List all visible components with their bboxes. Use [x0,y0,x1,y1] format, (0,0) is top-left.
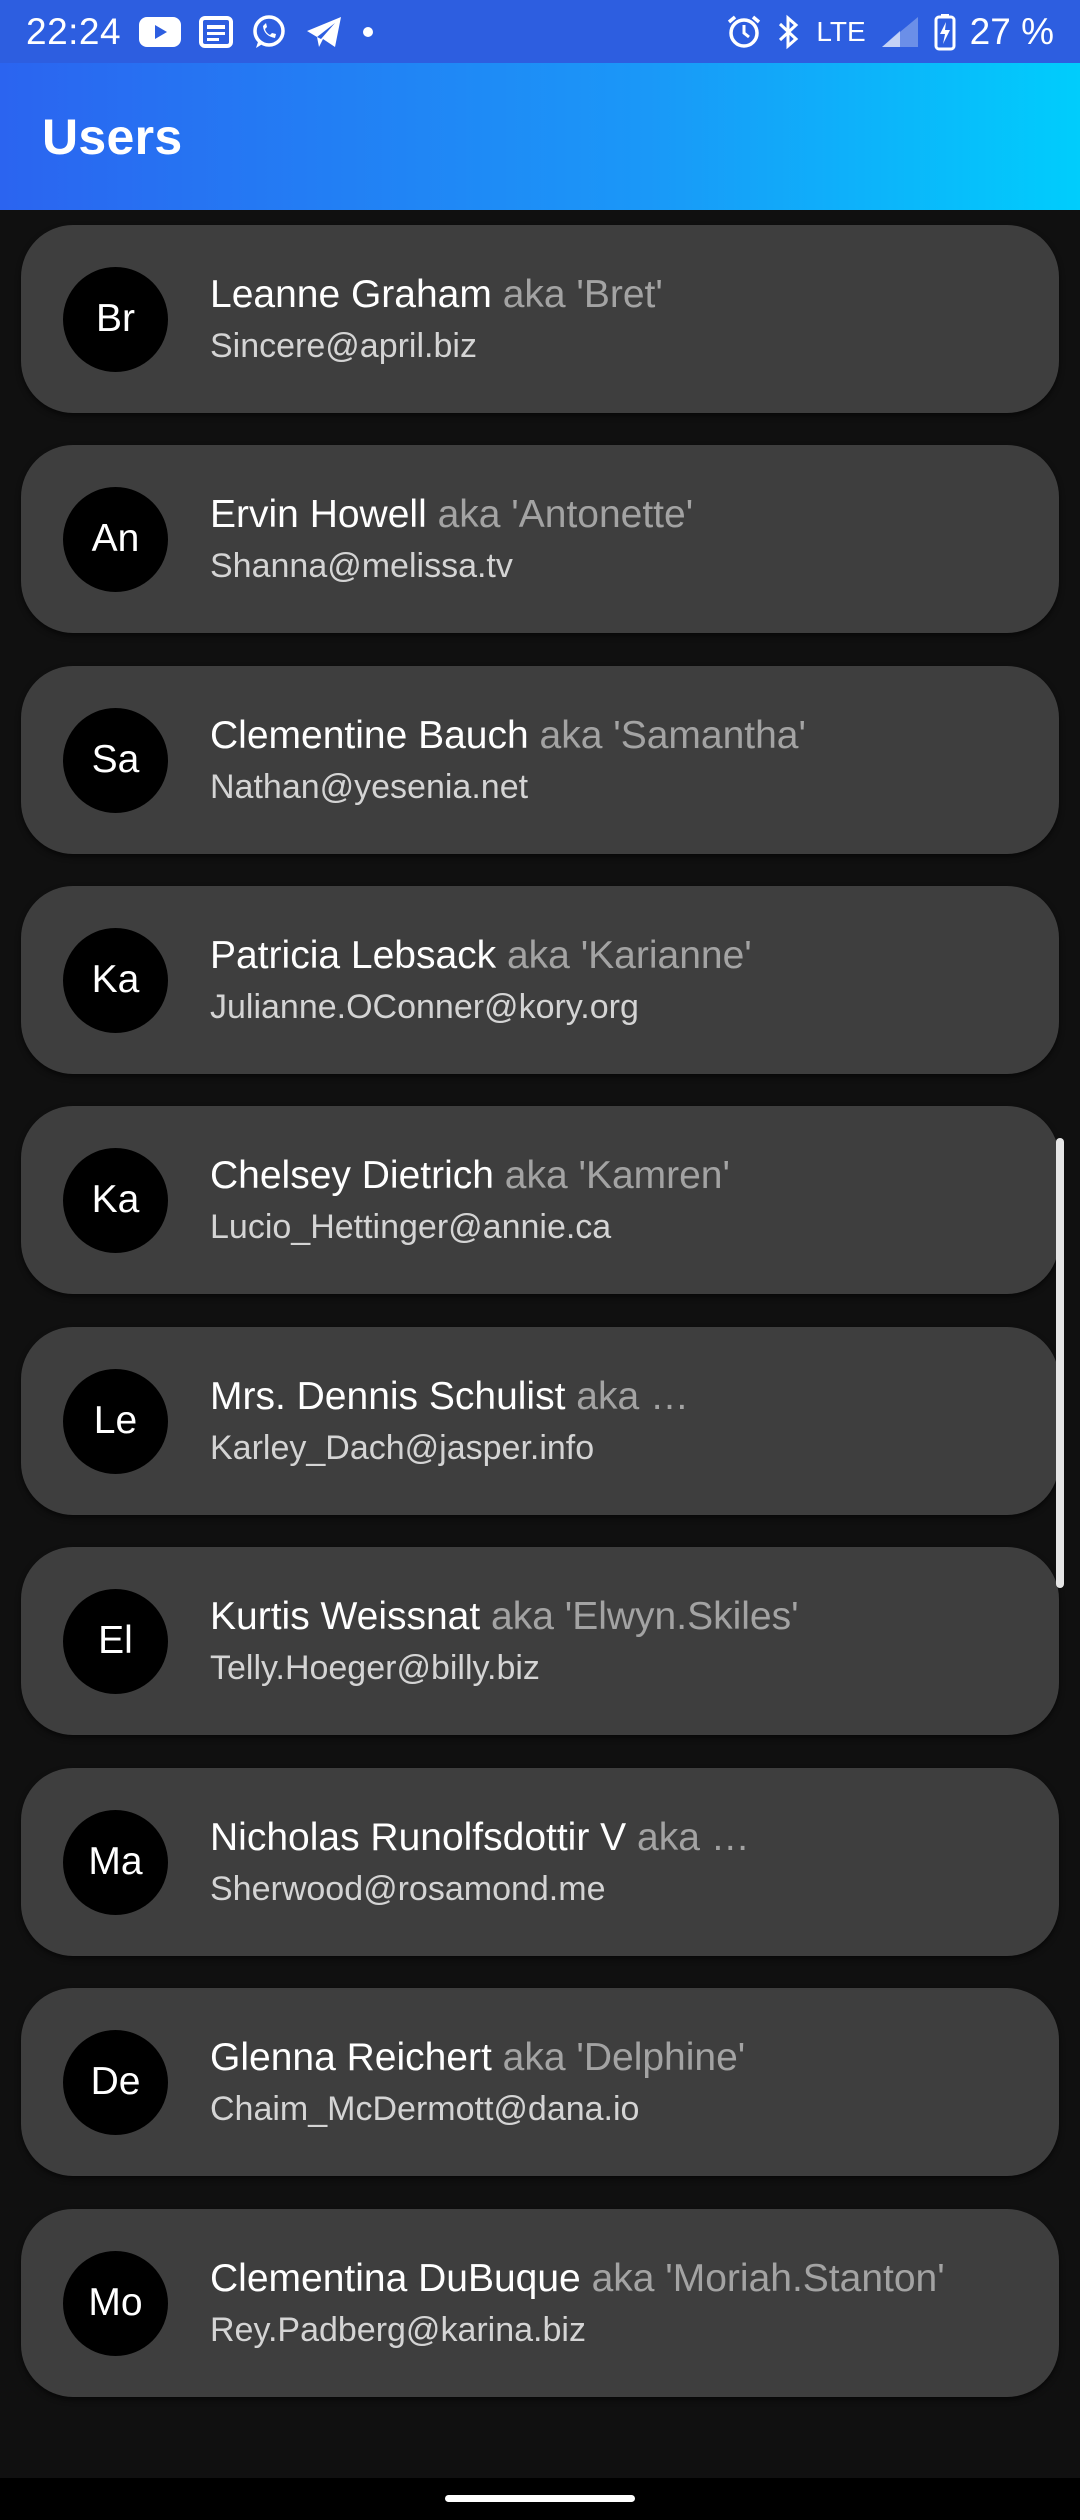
avatar: Ma [63,1809,168,1915]
user-email: Shanna@melissa.tv [210,547,513,585]
network-type: LTE [816,15,866,47]
user-card[interactable]: De Glenna Reichert aka 'Delphine' Chaim_… [21,1988,1059,2176]
user-card[interactable]: Mo Clementina DuBuque aka 'Moriah.Stanto… [21,2209,1059,2397]
user-info: Glenna Reichert aka 'Delphine' Chaim_McD… [210,2033,1059,2131]
avatar: Sa [63,707,168,813]
user-info: Clementina DuBuque aka 'Moriah.Stanton' … [210,2254,1059,2352]
user-info: Mrs. Dennis Schulist aka … Karley_Dach@j… [210,1372,1059,1470]
user-name: Clementina DuBuque [210,2257,581,2300]
user-email: Telly.Hoeger@billy.biz [210,1649,540,1687]
user-alias: aka 'Elwyn.Skiles' [491,1595,799,1638]
status-time: 22:24 [26,10,122,52]
user-alias: aka … [576,1375,689,1418]
alarm-icon [726,14,762,50]
user-alias: aka 'Delphine' [502,2036,746,2079]
user-card[interactable]: An Ervin Howell aka 'Antonette' Shanna@m… [21,445,1059,633]
user-card[interactable]: Le Mrs. Dennis Schulist aka … Karley_Dac… [21,1327,1059,1515]
user-email: Chaim_McDermott@dana.io [210,2090,640,2128]
avatar: De [63,2029,168,2135]
app-bar: Users [0,63,1080,210]
user-alias: aka 'Kamren' [504,1154,730,1197]
signal-icon [880,15,920,49]
user-name: Ervin Howell [210,493,427,536]
telegram-icon [305,15,343,49]
user-info: Leanne Graham aka 'Bret' Sincere@april.b… [210,270,1059,368]
bluetooth-icon [776,14,802,50]
scrollbar[interactable] [1056,1138,1064,1588]
battery-charging-icon [934,13,956,51]
avatar: Br [63,266,168,372]
user-card[interactable]: Ka Patricia Lebsack aka 'Karianne' Julia… [21,886,1059,1074]
avatar: Le [63,1368,168,1474]
user-info: Patricia Lebsack aka 'Karianne' Julianne… [210,931,1059,1029]
user-name: Chelsey Dietrich [210,1154,494,1197]
avatar: Ka [63,1147,168,1253]
user-email: Julianne.OConner@kory.org [210,988,639,1026]
user-email: Rey.Padberg@karina.biz [210,2311,586,2349]
user-card[interactable]: Br Leanne Graham aka 'Bret' Sincere@apri… [21,225,1059,413]
whatsapp-icon [251,14,287,50]
user-name: Glenna Reichert [210,2036,492,2079]
user-alias: aka 'Moriah.Stanton' [591,2257,945,2300]
user-card[interactable]: Ma Nicholas Runolfsdottir V aka … Sherwo… [21,1768,1059,1956]
user-email: Nathan@yesenia.net [210,768,529,806]
user-title-line: Chelsey Dietrich aka 'Kamren' [210,1151,1009,1201]
user-info: Chelsey Dietrich aka 'Kamren' Lucio_Hett… [210,1151,1059,1249]
avatar: Ka [63,927,168,1033]
user-alias: aka 'Samantha' [539,714,806,757]
user-title-line: Ervin Howell aka 'Antonette' [210,490,1009,540]
user-title-line: Patricia Lebsack aka 'Karianne' [210,931,1009,981]
user-alias: aka 'Bret' [502,273,663,316]
user-name: Patricia Lebsack [210,934,497,977]
user-title-line: Kurtis Weissnat aka 'Elwyn.Skiles' [210,1592,1009,1642]
page-title: Users [42,108,183,165]
avatar: An [63,486,168,592]
user-name: Leanne Graham [210,273,492,316]
news-icon [199,15,234,48]
user-info: Ervin Howell aka 'Antonette' Shanna@meli… [210,490,1059,588]
user-email: Lucio_Hettinger@annie.ca [210,1208,612,1246]
avatar: El [63,1588,168,1694]
user-title-line: Leanne Graham aka 'Bret' [210,270,1009,320]
user-card[interactable]: Sa Clementine Bauch aka 'Samantha' Natha… [21,666,1059,854]
user-name: Kurtis Weissnat [210,1595,481,1638]
status-right: LTE 27 % [726,11,1054,53]
avatar: Mo [63,2250,168,2356]
youtube-icon [139,16,182,47]
user-title-line: Mrs. Dennis Schulist aka … [210,1372,1009,1422]
status-left: 22:24 [26,11,375,53]
user-info: Clementine Bauch aka 'Samantha' Nathan@y… [210,711,1059,809]
user-card[interactable]: El Kurtis Weissnat aka 'Elwyn.Skiles' Te… [21,1547,1059,1735]
user-alias: aka 'Antonette' [437,493,694,536]
user-name: Clementine Bauch [210,714,529,757]
user-list[interactable]: Br Leanne Graham aka 'Bret' Sincere@apri… [0,210,1080,2478]
dot-icon [361,25,375,39]
user-title-line: Clementine Bauch aka 'Samantha' [210,711,1009,761]
user-info: Kurtis Weissnat aka 'Elwyn.Skiles' Telly… [210,1592,1059,1690]
user-title-line: Clementina DuBuque aka 'Moriah.Stanton' [210,2254,1009,2304]
user-alias: aka 'Karianne' [506,934,752,977]
user-title-line: Glenna Reichert aka 'Delphine' [210,2033,1009,2083]
user-card[interactable]: Ka Chelsey Dietrich aka 'Kamren' Lucio_H… [21,1106,1059,1294]
user-email: Sincere@april.biz [210,327,477,365]
navigation-bar [0,2478,1080,2520]
user-email: Sherwood@rosamond.me [210,1870,606,1908]
user-info: Nicholas Runolfsdottir V aka … Sherwood@… [210,1813,1059,1911]
user-title-line: Nicholas Runolfsdottir V aka … [210,1813,1009,1863]
user-name: Nicholas Runolfsdottir V [210,1816,627,1859]
user-name: Mrs. Dennis Schulist [210,1375,566,1418]
home-indicator[interactable] [445,2495,635,2502]
user-email: Karley_Dach@jasper.info [210,1429,595,1467]
user-alias: aka … [637,1816,750,1859]
status-bar: 22:24 LTE 27 % [0,0,1080,63]
battery-percent: 27 % [969,10,1054,52]
